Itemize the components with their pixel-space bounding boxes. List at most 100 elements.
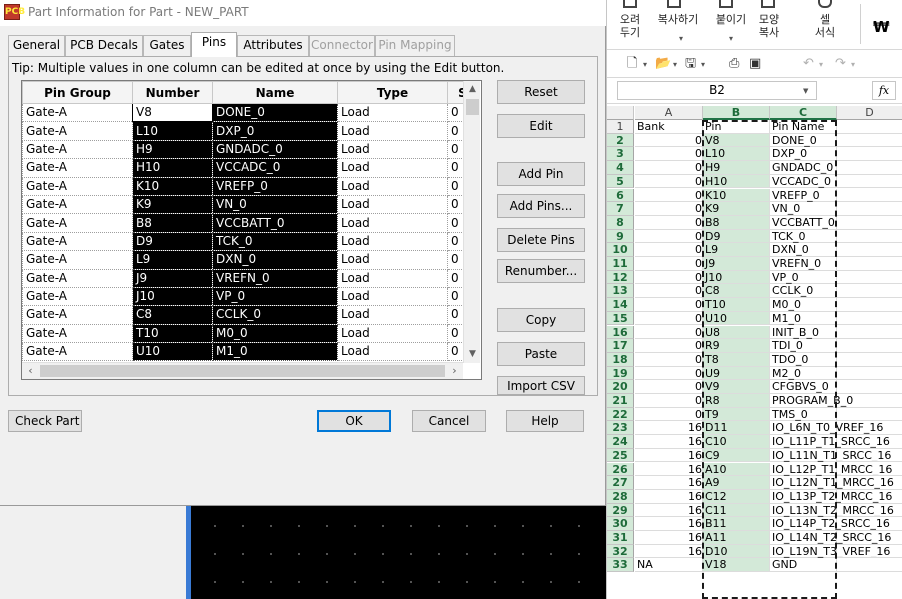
cell-b[interactable]: D10 [703,544,770,559]
cell-d[interactable] [837,243,902,257]
cell-c[interactable]: M1_0 [770,311,837,326]
row-number[interactable]: 23 [607,421,634,436]
cell-d[interactable] [837,147,902,162]
currency-format-icon[interactable]: ₩ [873,18,890,36]
row-number[interactable]: 4 [607,161,634,175]
pin-number-cell[interactable]: D9 [132,231,213,252]
row-number[interactable]: 24 [607,435,634,449]
table-row[interactable]: Gate-A J9 VREFN_0 Load 0 [22,268,478,288]
cell-a[interactable]: 16 [635,476,703,490]
cell-b[interactable]: V9 [703,380,770,394]
worksheet-grid[interactable]: A B C D 1 Bank Pin Pin Name 2 0 V8 DONE_0 3 0 L10 D… [607,106,902,599]
col-header-A[interactable]: A [635,106,703,120]
cell-d[interactable] [837,134,902,148]
cell-d[interactable] [837,435,902,449]
new-dropdown-icon[interactable]: ▾ [643,60,647,69]
cell-b[interactable]: C8 [703,284,770,299]
cell-b[interactable]: T8 [703,352,770,367]
pin-name-cell[interactable]: CCLK_0 [212,305,338,325]
row-number[interactable]: 11 [607,257,634,271]
check-part-button[interactable]: Check Part [8,410,82,432]
pin-name-cell[interactable]: DXN_0 [212,250,338,270]
pin-type-cell[interactable]: Load [337,323,448,344]
cell-c[interactable]: IO_L12N_T1_MRCC_16 [770,476,894,490]
cell-a[interactable]: 0 [635,257,703,271]
cell-c[interactable]: INIT_B_0 [770,325,837,340]
cancel-button[interactable]: Cancel [412,410,486,432]
cell-a[interactable]: 0 [635,147,703,162]
row-number[interactable]: 15 [607,311,634,326]
pin-number-cell[interactable]: K10 [132,176,213,196]
cut-icon[interactable] [623,0,637,8]
cell-a[interactable]: 16 [635,489,703,504]
table-row[interactable]: Gate-A K10 VREFP_0 Load 0 [22,176,478,196]
row-number[interactable]: 14 [607,298,634,312]
pin-type-cell[interactable]: Load [337,102,448,123]
copy-dropdown-icon[interactable]: ▾ [679,34,683,43]
pin-name-cell[interactable]: TCK_0 [212,231,338,252]
function-icon[interactable]: fx [872,81,896,100]
table-row[interactable]: Gate-A B8 VCCBATT_0 Load 0 [22,213,478,233]
cell-a[interactable]: 16 [635,544,703,559]
cell-d[interactable] [837,504,902,518]
pin-number-cell[interactable]: T10 [132,323,213,344]
pin-group-cell[interactable]: Gate-A [22,139,133,160]
row-number[interactable]: 20 [607,380,634,394]
grid-vertical-scrollbar[interactable]: ▲ ▼ [463,81,480,363]
select-all-corner[interactable] [607,106,634,120]
cell-b[interactable]: H10 [703,174,770,189]
cell-d[interactable] [837,353,902,367]
table-row[interactable]: Gate-A U10 M1_0 Load 0 [22,342,478,362]
pin-name-cell[interactable]: VN_0 [212,194,338,215]
tab-gates[interactable]: Gates [143,35,191,56]
cell-d[interactable] [837,284,902,299]
pin-name-cell[interactable]: DXP_0 [212,121,338,141]
grid-horizontal-scrollbar[interactable]: ‹ › [22,362,463,379]
save-dropdown-icon[interactable]: ▾ [701,60,705,69]
cell-d[interactable] [837,298,902,312]
table-row[interactable]: Gate-A J10 VP_0 Load 0 [22,286,478,307]
cell-d[interactable] [837,517,902,531]
cell-b[interactable]: C10 [703,435,770,449]
print-preview-icon[interactable]: ▣ [749,56,761,72]
pin-number-cell[interactable]: V8 [132,102,213,123]
cell-d[interactable] [837,230,902,244]
cell-a[interactable]: 0 [635,366,703,381]
col-header-number[interactable]: Number [132,81,213,104]
row-number[interactable]: 9 [607,229,634,244]
pin-group-cell[interactable]: Gate-A [22,176,133,196]
col-header-name[interactable]: Name [212,81,338,104]
pin-type-cell[interactable]: Load [337,158,448,178]
row-number[interactable]: 17 [607,339,634,353]
pin-number-cell[interactable]: K9 [132,194,213,215]
cell-b[interactable]: R8 [703,394,770,408]
scroll-down-icon[interactable]: ▼ [464,346,481,363]
row-number[interactable]: 32 [607,544,634,559]
cell-c[interactable]: GND [770,558,837,573]
cell-d[interactable] [837,490,902,504]
cell-c[interactable]: VCCBATT_0 [770,215,837,230]
pin-group-cell[interactable]: Gate-A [22,286,133,307]
table-row[interactable]: Gate-A T10 M0_0 Load 0 [22,323,478,344]
vertical-scroll-thumb[interactable] [466,99,479,115]
copy-icon[interactable] [667,0,681,8]
cell-b[interactable]: Pin [703,120,770,134]
open-folder-icon[interactable]: 📂 [655,56,671,72]
cell-c[interactable]: VCCADC_0 [770,174,837,189]
cell-a[interactable]: 0 [635,229,703,244]
row-number[interactable]: 18 [607,352,634,367]
cell-a[interactable]: 16 [635,531,703,545]
cell-a[interactable]: 0 [635,298,703,312]
cell-c[interactable]: IO_L12P_T1_MRCC_16 [770,462,892,477]
row-number[interactable]: 21 [607,394,634,408]
pin-name-cell[interactable]: DONE_0 [212,102,338,123]
cell-d[interactable] [837,312,902,326]
row-number[interactable]: 26 [607,462,634,477]
table-row[interactable]: Gate-A L9 DXN_0 Load 0 [22,250,478,270]
cell-b[interactable]: V18 [703,558,770,573]
reset-button[interactable]: Reset [497,80,585,104]
cell-a[interactable]: 16 [635,503,703,518]
import-csv-button[interactable]: Import CSV [497,376,585,395]
row-number[interactable]: 1 [607,120,634,134]
cell-a[interactable]: 0 [635,325,703,340]
